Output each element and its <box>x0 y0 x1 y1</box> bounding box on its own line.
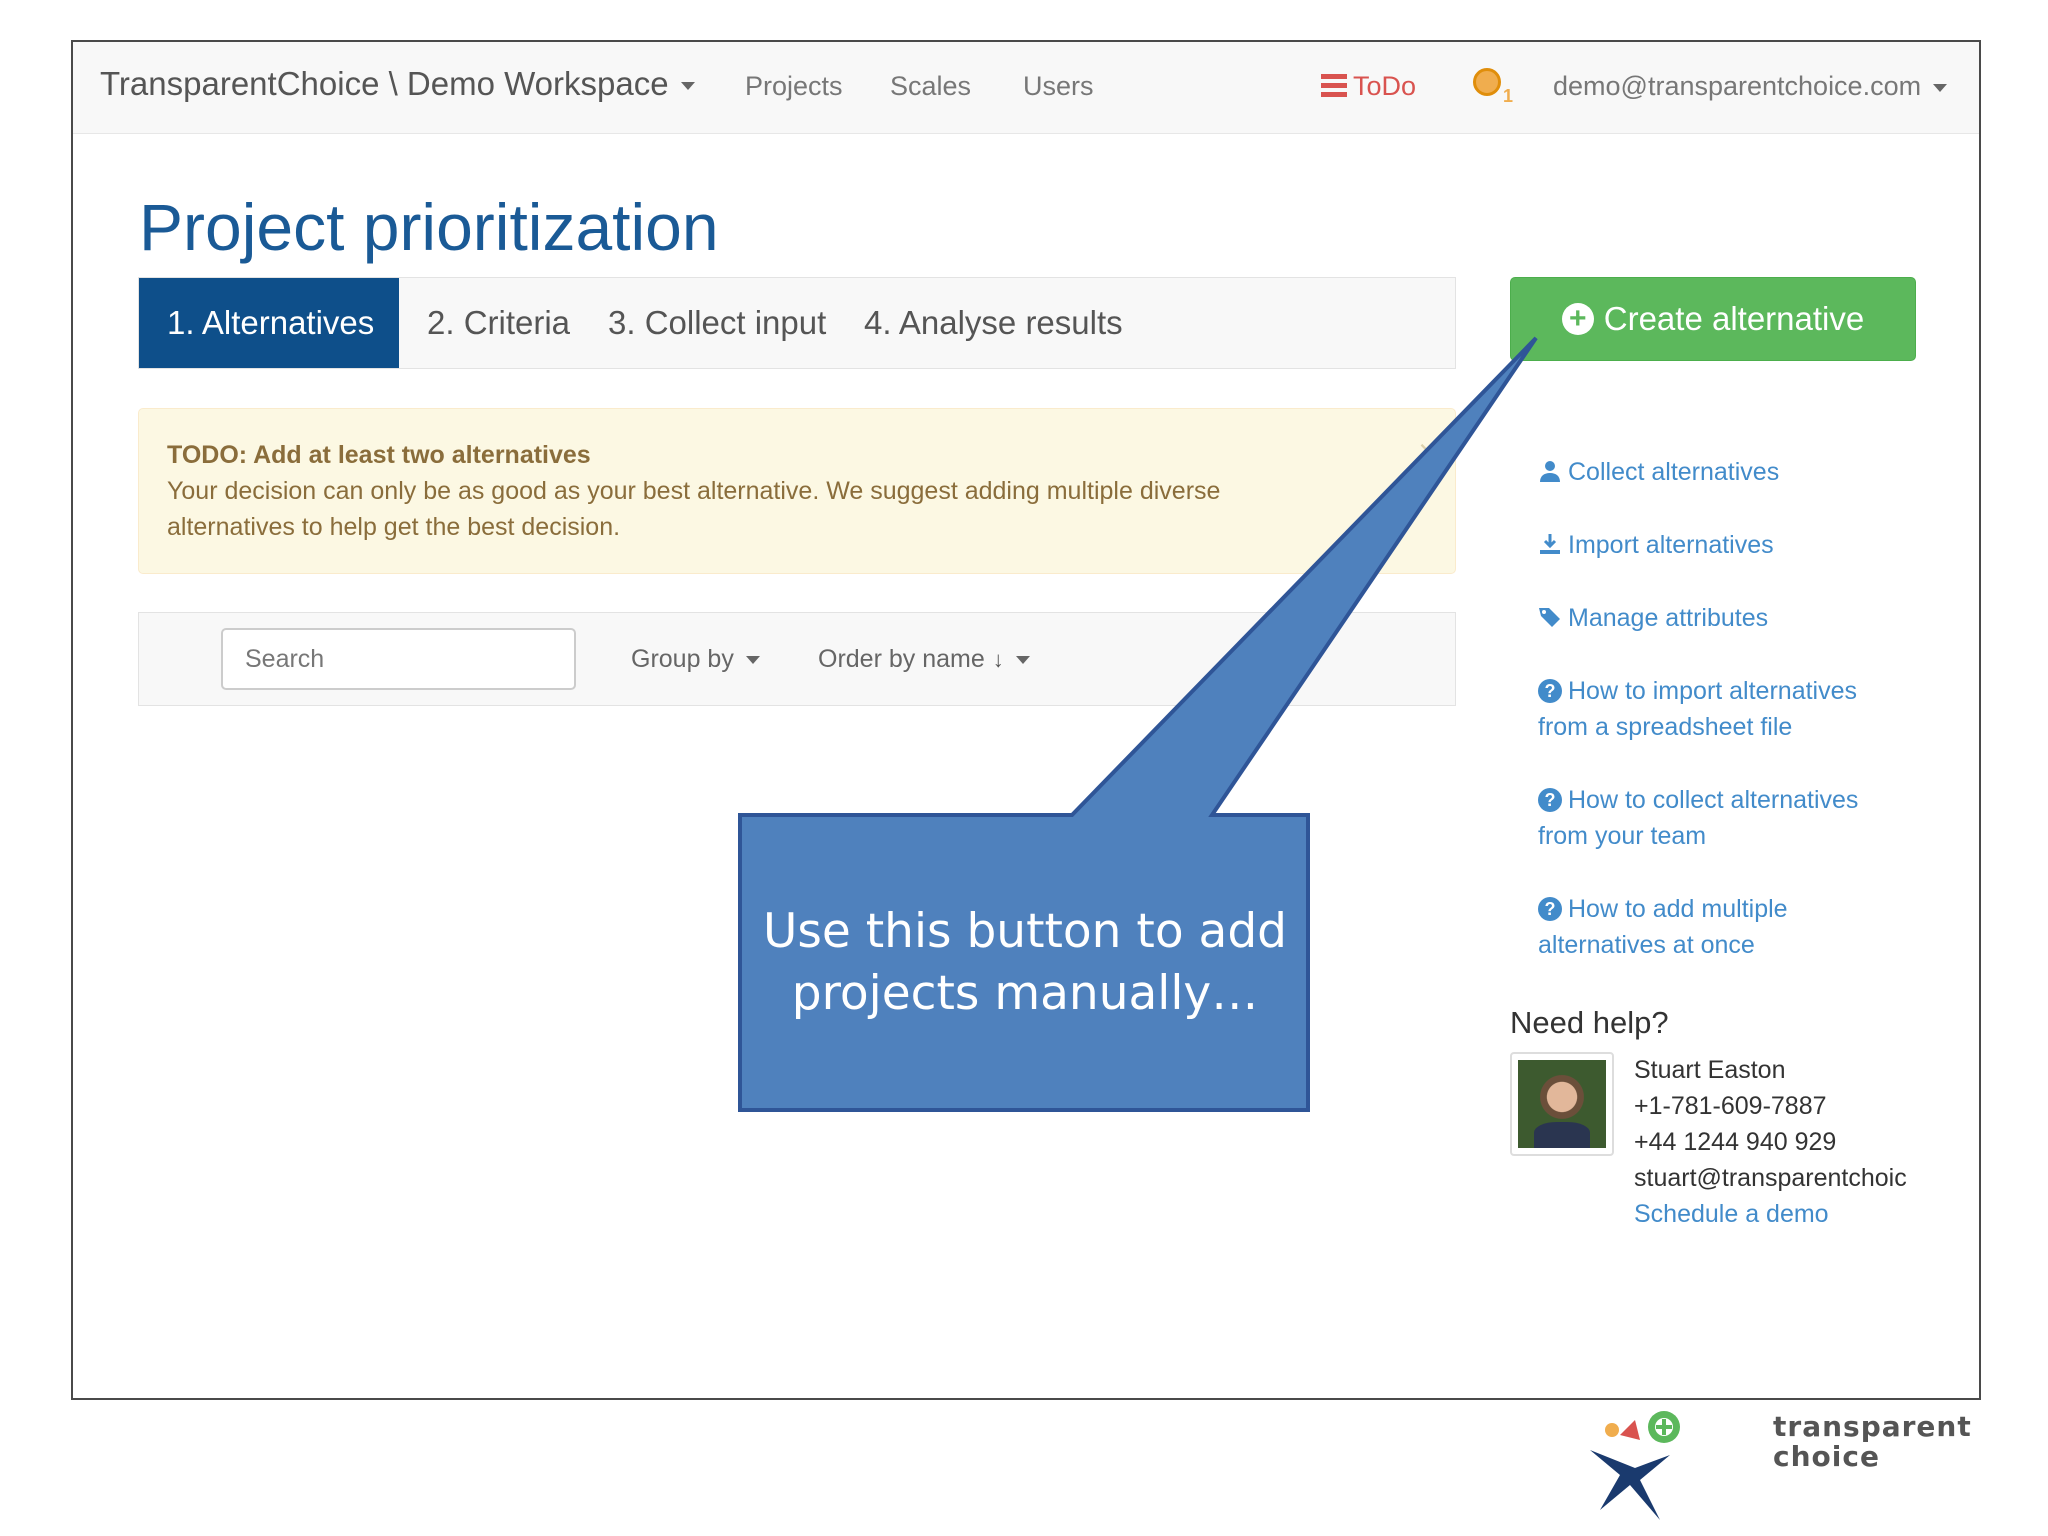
user-icon <box>1540 461 1560 482</box>
howto-collect-label-1: How to collect alternatives <box>1568 786 1859 814</box>
question-circle-icon: ? <box>1538 679 1562 703</box>
order-by-dropdown[interactable]: Order by name ↓ <box>818 643 1030 676</box>
tab-criteria[interactable]: 2. Criteria <box>399 278 598 368</box>
howto-add-multiple-link[interactable]: ? How to add multiple <box>1538 891 1788 927</box>
page-title: Project prioritization <box>139 190 719 264</box>
manage-attributes-link[interactable]: Manage attributes <box>1538 600 1768 636</box>
notifications-button[interactable]: 1 <box>1473 68 1513 108</box>
howto-collect-label-2[interactable]: from your team <box>1538 818 1706 854</box>
schedule-demo-link[interactable]: Schedule a demo <box>1634 1196 1829 1232</box>
manage-attributes-label: Manage attributes <box>1568 604 1769 632</box>
alert-body: Your decision can only be as good as you… <box>167 477 1221 541</box>
todo-list-icon <box>1321 74 1347 98</box>
todo-label: ToDo <box>1353 71 1417 101</box>
import-alternatives-label: Import alternatives <box>1568 531 1774 559</box>
contact-phone-uk: +44 1244 940 929 <box>1634 1128 1837 1156</box>
howto-add-label-2[interactable]: alternatives at once <box>1538 927 1755 963</box>
close-icon[interactable]: × <box>1418 433 1437 470</box>
need-help-heading: Need help? <box>1510 1005 1669 1040</box>
search-input[interactable] <box>221 628 576 690</box>
alert-title: TODO: Add at least two alternatives <box>167 441 591 469</box>
workspace-dropdown[interactable]: TransparentChoice \ Demo Workspace <box>100 65 695 102</box>
avatar <box>1510 1052 1614 1156</box>
notification-count: 1 <box>1503 86 1514 106</box>
howto-collect-link[interactable]: ? How to collect alternatives <box>1538 782 1858 818</box>
chevron-down-icon <box>745 656 760 665</box>
group-by-dropdown[interactable]: Group by <box>631 643 760 675</box>
user-email: demo@transparentchoice.com <box>1553 71 1922 101</box>
plus-circle-icon: + <box>1561 303 1594 335</box>
avatar-photo <box>1518 1060 1606 1148</box>
contact-phone-us: +1-781-609-7887 <box>1634 1092 1827 1120</box>
collect-alternatives-link[interactable]: Collect alternatives <box>1538 454 1779 490</box>
chevron-down-icon <box>1015 656 1030 665</box>
create-alternative-label: Create alternative <box>1603 300 1865 337</box>
group-by-label: Group by <box>631 645 734 673</box>
tab-alternatives[interactable]: 1. Alternatives <box>139 278 399 368</box>
question-circle-icon: ? <box>1538 897 1562 921</box>
app-window: TransparentChoice \ Demo Workspace Proje… <box>71 40 1981 1400</box>
tags-icon <box>1539 608 1560 627</box>
globe-icon <box>1473 68 1501 96</box>
user-menu[interactable]: demo@transparentchoice.com <box>1553 70 1948 102</box>
chevron-down-icon <box>1933 83 1948 92</box>
howto-import-label-2[interactable]: from a spreadsheet file <box>1538 709 1792 745</box>
howto-add-label-1: How to add multiple <box>1568 895 1788 923</box>
contact-name: Stuart Easton <box>1634 1056 1786 1084</box>
list-toolbar: Group by Order by name ↓ <box>138 612 1456 706</box>
import-alternatives-link[interactable]: Import alternatives <box>1538 527 1774 563</box>
contact-email: stuart@transparentchoic <box>1634 1164 1907 1192</box>
sort-alpha-icon: ↓ <box>992 647 1004 672</box>
nav-link-scales[interactable]: Scales <box>890 70 971 102</box>
todo-alert: TODO: Add at least two alternatives Your… <box>138 408 1456 574</box>
question-circle-icon: ? <box>1538 788 1562 812</box>
workspace-label: TransparentChoice \ Demo Workspace <box>100 65 669 102</box>
howto-import-label-1: How to import alternatives <box>1568 677 1858 705</box>
collect-alternatives-label: Collect alternatives <box>1568 458 1780 486</box>
create-alternative-button[interactable]: + Create alternative <box>1510 277 1916 361</box>
step-tabs: 1. Alternatives 2. Criteria 3. Collect i… <box>138 277 1456 369</box>
logo-text: transparent choice <box>1773 1410 1972 1473</box>
callout-text: Use this button to add projects manually… <box>763 903 1287 1021</box>
nav-link-users[interactable]: Users <box>1023 70 1094 102</box>
nav-link-projects[interactable]: Projects <box>745 70 843 102</box>
order-by-label: Order by name <box>818 645 985 673</box>
howto-import-link[interactable]: ? How to import alternatives <box>1538 673 1857 709</box>
navbar: TransparentChoice \ Demo Workspace Proje… <box>73 42 1979 134</box>
import-icon <box>1540 534 1560 554</box>
todo-link[interactable]: ToDo <box>1321 70 1416 102</box>
tab-collect-input[interactable]: 3. Collect input <box>580 278 854 368</box>
tab-analyse-results[interactable]: 4. Analyse results <box>836 278 1151 368</box>
chevron-down-icon <box>680 82 695 91</box>
